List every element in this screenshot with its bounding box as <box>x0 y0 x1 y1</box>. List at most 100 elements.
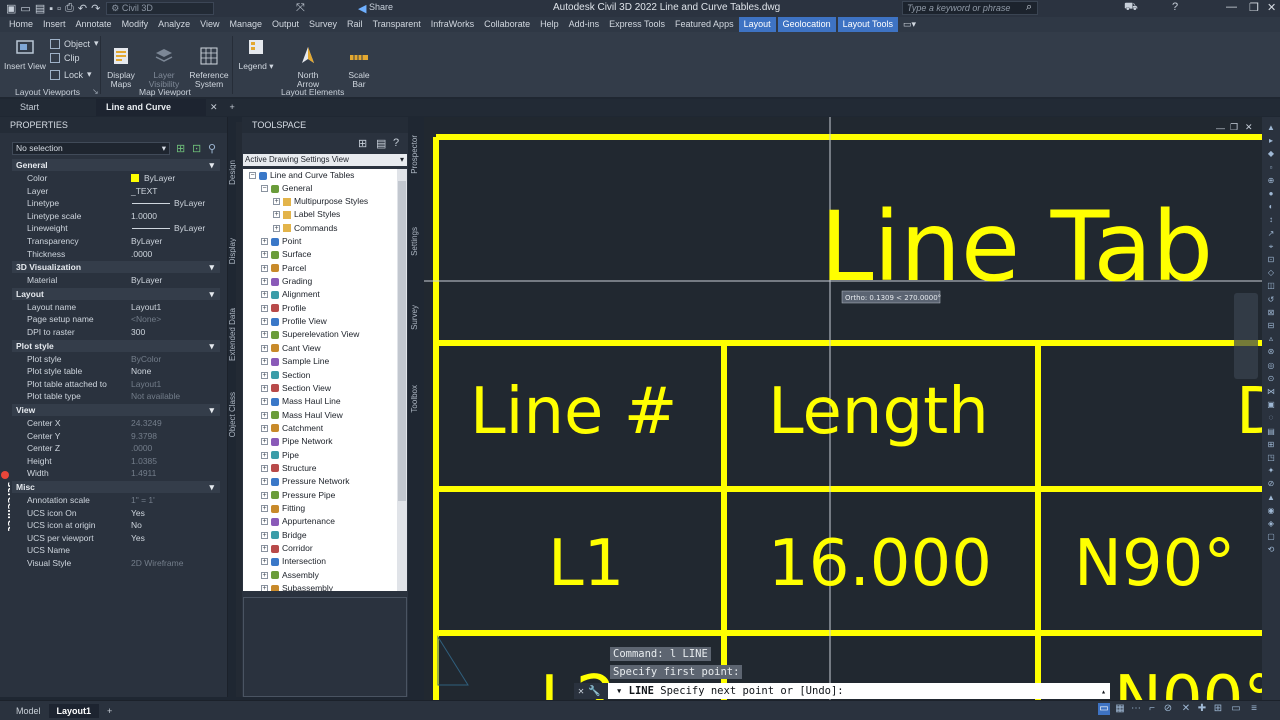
tree-item-alignment[interactable]: + Alignment <box>261 288 320 301</box>
property-row[interactable]: Color ByLayer <box>12 172 220 184</box>
expand-icon[interactable]: + <box>273 211 280 219</box>
reference-system-button[interactable]: Reference System <box>188 36 230 98</box>
vtab-toolbox[interactable]: Toolbox <box>410 385 422 413</box>
tab-modify[interactable]: Modify <box>117 17 154 32</box>
insert-view-button[interactable]: Insert View <box>4 36 46 71</box>
draw-tool-icon[interactable]: ⊟ <box>1266 321 1276 330</box>
draw-tool-icon[interactable]: ▣ <box>1266 400 1276 409</box>
property-row[interactable]: Center Z .0000 <box>12 442 220 454</box>
tab-featured-apps[interactable]: Featured Apps <box>670 17 739 32</box>
tree-item-point[interactable]: + Point <box>261 235 301 248</box>
tree-item-label-styles[interactable]: + Label Styles <box>273 208 340 221</box>
tree-item-profile[interactable]: + Profile <box>261 302 306 315</box>
toolspace-tool-icon[interactable]: ⊞ <box>358 137 367 150</box>
ortho-icon[interactable]: ⌐ <box>1146 703 1158 715</box>
display-maps-button[interactable]: Display Maps <box>104 36 138 98</box>
expand-icon[interactable]: + <box>261 278 268 286</box>
lock-button[interactable]: Lock ▾ <box>50 69 92 80</box>
section-view[interactable]: View <box>12 404 220 416</box>
tab-annotate[interactable]: Annotate <box>71 17 117 32</box>
tree-item-appurtenance[interactable]: + Appurtenance <box>261 515 335 528</box>
command-line[interactable]: ✕ 🔧 ▾ LINE Specify next point or [Undo]:… <box>574 683 1110 699</box>
tree-item-grading[interactable]: + Grading <box>261 275 312 288</box>
tree-item-cant-view[interactable]: + Cant View <box>261 342 321 355</box>
tree-item-multipurpose-styles[interactable]: + Multipurpose Styles <box>273 195 368 208</box>
add-layout-button[interactable]: + <box>99 704 120 718</box>
expand-icon[interactable]: + <box>261 491 268 499</box>
draw-tool-icon[interactable]: ◫ <box>1266 281 1276 290</box>
expand-icon[interactable]: + <box>261 545 268 553</box>
tab-start[interactable]: Start <box>0 99 96 116</box>
expand-icon[interactable]: + <box>261 451 268 459</box>
expand-icon[interactable]: + <box>261 438 268 446</box>
viewport-minimize-icon[interactable]: — <box>1216 123 1225 133</box>
search-input[interactable]: Type a keyword or phrase <box>902 1 1038 15</box>
tab-layout[interactable]: Layout <box>738 17 776 32</box>
new-tab-button[interactable]: + <box>222 99 243 116</box>
draw-tool-icon[interactable]: ◳ <box>1266 453 1276 462</box>
draw-tool-icon[interactable]: ● <box>1266 189 1276 198</box>
tab-close-icon[interactable]: ✕ <box>206 99 222 116</box>
draw-tool-icon[interactable]: ⟲ <box>1266 545 1276 554</box>
app-menu-icon[interactable]: ▣ <box>6 2 16 15</box>
vtab-survey[interactable]: Survey <box>410 305 422 330</box>
save-as-icon[interactable]: ▫ <box>57 3 61 15</box>
property-row[interactable]: Linetype ByLayer <box>12 197 220 209</box>
property-row[interactable]: Width 1.4911 <box>12 467 220 479</box>
property-row[interactable]: Lineweight ByLayer <box>12 222 220 234</box>
osnap-icon[interactable]: ✕ <box>1180 703 1192 715</box>
property-row[interactable]: Material ByLayer <box>12 274 220 286</box>
vtab-prospector[interactable]: Prospector <box>410 135 422 174</box>
tab-analyze[interactable]: Analyze <box>153 17 195 32</box>
property-row[interactable]: Visual Style 2D Wireframe <box>12 557 220 569</box>
tree-item-corridor[interactable]: + Corridor <box>261 542 313 555</box>
draw-tool-icon[interactable]: ◎ <box>1266 361 1276 370</box>
draw-tool-icon[interactable]: ⊘ <box>1266 479 1276 488</box>
draw-tool-icon[interactable]: ◆ <box>1266 149 1276 158</box>
tree-item-mass-haul-view[interactable]: + Mass Haul View <box>261 409 343 422</box>
tab-line-and-curve-tables[interactable]: Line and Curve Tables* <box>96 99 206 129</box>
expand-icon[interactable]: + <box>261 264 268 272</box>
expand-icon[interactable]: + <box>261 464 268 472</box>
expand-icon[interactable]: + <box>261 304 268 312</box>
expand-icon[interactable]: + <box>261 505 268 512</box>
expand-icon[interactable]: + <box>261 291 268 299</box>
toolspace-view-icon[interactable]: ▤ <box>376 137 386 150</box>
draw-tool-icon[interactable]: ▲ <box>1266 123 1276 132</box>
tree-item-section-view[interactable]: + Section View <box>261 382 331 395</box>
expand-icon[interactable]: + <box>261 371 268 379</box>
share-button[interactable]: Share <box>369 2 393 12</box>
recent-commands-icon[interactable]: ▾ <box>616 685 629 697</box>
object-button[interactable]: Object ▾ <box>50 38 99 49</box>
expand-icon[interactable]: + <box>261 331 268 339</box>
property-row[interactable]: Height 1.0385 <box>12 455 220 467</box>
panel-launcher-icon[interactable]: ↘ <box>92 87 99 96</box>
property-row[interactable]: Plot table attached to Layout1 <box>12 378 220 390</box>
tree-scrollbar[interactable] <box>397 169 407 591</box>
close-icon[interactable]: ✕ <box>578 686 584 697</box>
collapse-icon[interactable]: − <box>249 172 256 179</box>
property-row[interactable]: Plot style ByColor <box>12 353 220 365</box>
tree-root-drawing[interactable]: − Line and Curve Tables <box>249 169 354 182</box>
match-properties-icon[interactable]: ⤧ <box>296 2 305 15</box>
tree-item-sample-line[interactable]: + Sample Line <box>261 355 329 368</box>
search-icon[interactable]: ⌕ <box>1026 1 1032 14</box>
tree-item-subassembly[interactable]: + Subassembly <box>261 582 333 591</box>
save-icon[interactable]: ▪ <box>49 3 53 15</box>
draw-tool-icon[interactable]: ⋈ <box>1266 387 1276 396</box>
expand-icon[interactable]: + <box>261 384 268 392</box>
property-row[interactable]: Annotation scale 1" = 1' <box>12 494 220 506</box>
section-3d-visualization[interactable]: 3D Visualization <box>12 261 220 274</box>
expand-icon[interactable]: + <box>261 398 268 406</box>
tab-home[interactable]: Home <box>4 17 38 32</box>
draw-tool-icon[interactable]: ◌ <box>1266 413 1276 422</box>
expand-icon[interactable]: + <box>261 558 268 566</box>
tree-item-pipe-network[interactable]: + Pipe Network <box>261 435 333 448</box>
tree-item-bridge[interactable]: + Bridge <box>261 529 307 542</box>
tree-item-profile-view[interactable]: + Profile View <box>261 315 327 328</box>
tab-output[interactable]: Output <box>267 17 304 32</box>
draw-tool-icon[interactable]: ✦ <box>1266 466 1276 475</box>
property-row[interactable]: Linetype scale 1.0000 <box>12 210 220 222</box>
help-icon[interactable]: ? <box>1172 1 1178 13</box>
select-objects-icon[interactable]: ⊡ <box>192 142 201 155</box>
